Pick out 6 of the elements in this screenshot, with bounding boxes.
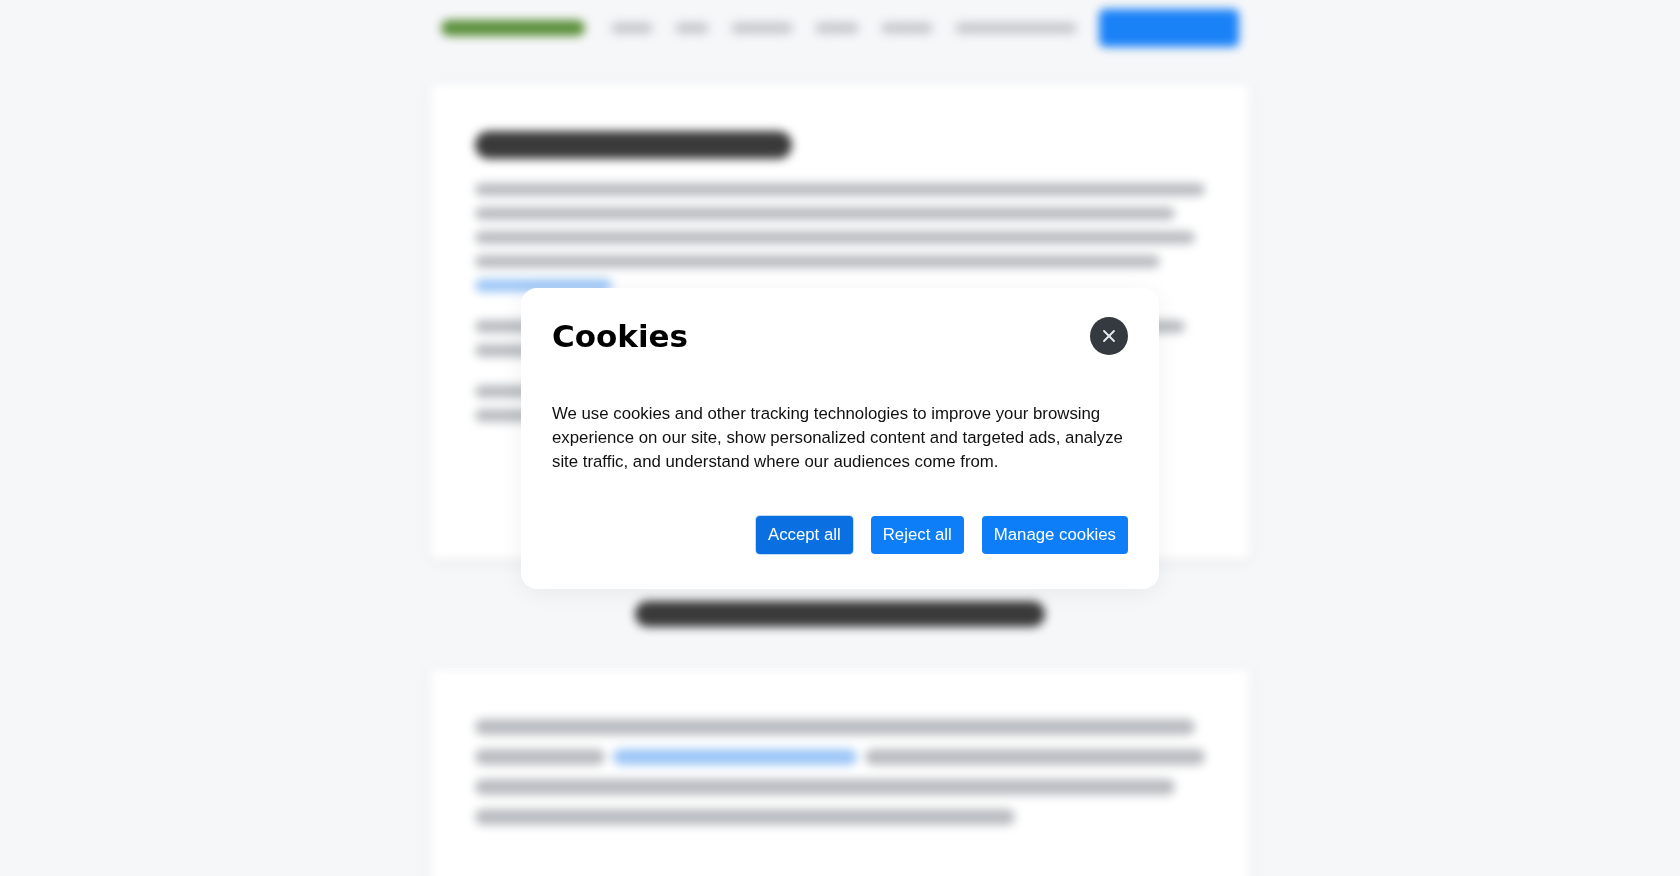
dialog-button[interactable]: Manage cookies xyxy=(981,515,1128,554)
dialog-button[interactable]: Accept all xyxy=(756,515,853,554)
dialog-title: Cookies xyxy=(552,316,689,355)
close-button[interactable] xyxy=(1090,316,1128,355)
dialog-button[interactable]: Reject all xyxy=(870,515,964,554)
cookie-message: We use cookies and other tracking technologies to improve your browsing experience on our site, show personalized content and targeted ads, analyze site traffic, and understand where our audiences come from. xyxy=(552,402,1124,473)
